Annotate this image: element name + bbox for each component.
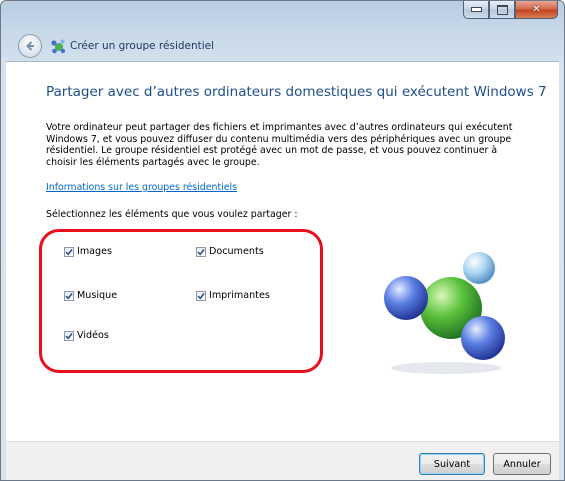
back-button[interactable] — [18, 34, 42, 58]
dialog-window: ✕ Créer un groupe résidentiel Partager a… — [0, 0, 565, 481]
description-line: résidentiel. Le groupe résidentiel est p… — [46, 145, 498, 157]
wizard-header: Créer un groupe résidentiel — [6, 31, 559, 61]
minimize-icon — [470, 7, 482, 12]
homegroup-icon — [51, 39, 66, 54]
homegroup-info-link[interactable]: Informations sur les groupes résidentiel… — [46, 182, 237, 193]
cancel-button[interactable]: Annuler — [493, 453, 551, 475]
page-heading: Partager avec d’autres ordinateurs domes… — [46, 84, 547, 100]
title-bar[interactable]: ✕ — [1, 1, 564, 31]
window-title: Créer un groupe résidentiel — [70, 40, 215, 52]
close-icon: ✕ — [532, 4, 541, 15]
description-line: Windows 7, et vous pouvez diffuser du co… — [46, 133, 512, 145]
homegroup-logo-icon — [384, 252, 505, 374]
caption-buttons: ✕ — [463, 1, 558, 21]
maximize-icon — [496, 4, 508, 15]
close-button[interactable]: ✕ — [515, 1, 558, 19]
select-items-label: Sélectionnez les éléments que vous voule… — [46, 209, 298, 220]
description-text: Votre ordinateur peut partager des fichi… — [46, 122, 536, 168]
next-button[interactable]: Suivant — [419, 453, 485, 475]
back-arrow-icon — [26, 41, 34, 51]
maximize-button[interactable] — [489, 1, 515, 19]
minimize-button[interactable] — [463, 1, 489, 19]
description-line: choisir les éléments partagés avec le gr… — [46, 156, 260, 168]
content-panel: Partager avec d’autres ordinateurs domes… — [6, 61, 559, 442]
dialog-footer: Suivant Annuler — [6, 441, 559, 480]
highlight-annotation — [39, 229, 323, 373]
description-line: Votre ordinateur peut partager des fichi… — [46, 122, 513, 133]
